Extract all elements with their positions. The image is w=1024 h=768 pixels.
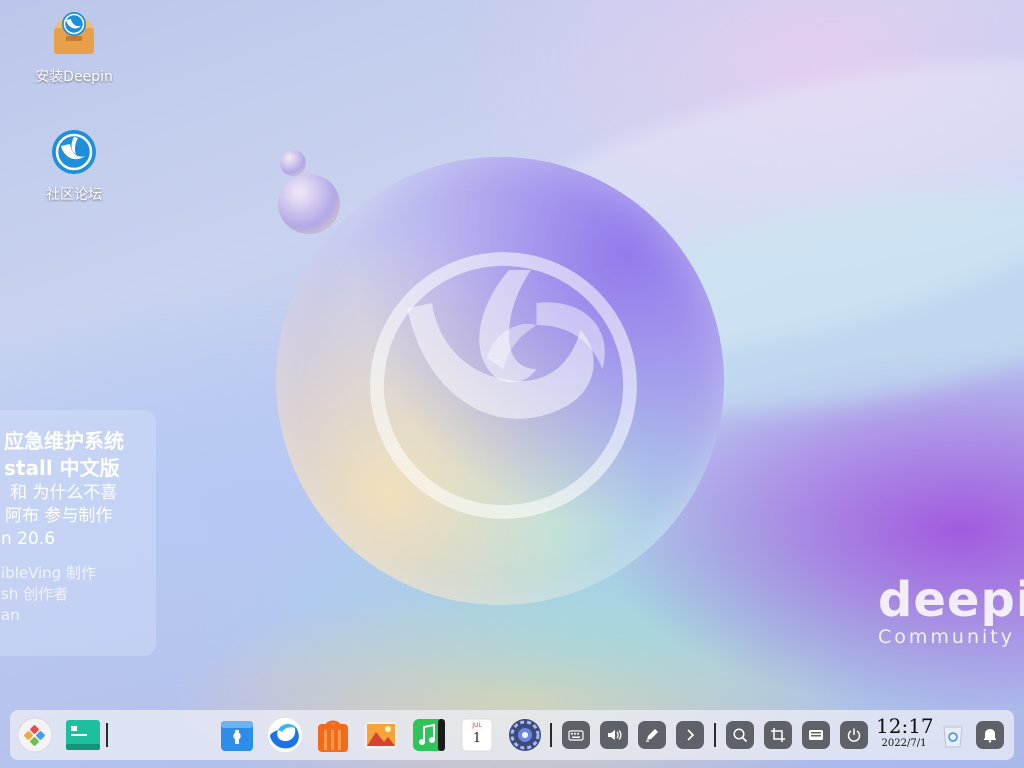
package-icon — [54, 12, 94, 54]
info-line: n 20.6 — [1, 529, 56, 549]
pen-tool-button[interactable] — [638, 721, 666, 749]
input-method-button[interactable] — [802, 721, 830, 749]
calendar-month: JUL — [471, 722, 482, 729]
control-center-icon — [509, 719, 541, 751]
browser-button[interactable] — [266, 716, 304, 754]
keyboard-icon — [568, 730, 584, 741]
info-line: stall 中文版 — [4, 456, 120, 480]
bell-icon — [984, 729, 996, 743]
info-line: 应急维护系统 — [4, 429, 124, 453]
deepin-brand: deepin Community — [878, 572, 1024, 648]
power-button[interactable] — [840, 721, 868, 749]
desktop-icon-install-deepin[interactable]: 安装Deepin — [24, 10, 124, 86]
launcher-icon — [17, 717, 53, 753]
screenshot-icon — [771, 728, 785, 742]
volume-button[interactable] — [600, 721, 628, 749]
brand-name: deepin — [878, 572, 1024, 628]
control-center-button[interactable] — [506, 716, 544, 754]
deepin-logo-watermark — [370, 252, 637, 519]
terminal-button[interactable] — [64, 716, 102, 754]
wallpaper-bubble — [278, 174, 340, 234]
launcher-button[interactable] — [16, 716, 54, 754]
clock-date: 2022/7/1 — [881, 738, 927, 749]
image-viewer-icon — [365, 722, 397, 749]
wallpaper-bubble — [280, 150, 306, 176]
app-store-button[interactable] — [314, 716, 352, 754]
info-line: 和 为什么不喜 — [10, 483, 118, 503]
info-line: ibleVing 制作 — [1, 564, 96, 582]
power-icon — [847, 728, 861, 742]
dock-separator — [106, 723, 108, 747]
desktop-icon-label: 社区论坛 — [46, 187, 102, 203]
notification-button[interactable] — [976, 721, 1004, 749]
pen-icon — [646, 729, 658, 742]
trash-icon — [943, 725, 963, 748]
input-method-icon — [809, 730, 823, 740]
music-button[interactable] — [410, 716, 448, 754]
trash-button[interactable] — [938, 720, 968, 750]
desktop-icon-label: 安装Deepin — [35, 69, 113, 85]
screenshot-button[interactable] — [764, 721, 792, 749]
expand-tray-button[interactable] — [676, 721, 704, 749]
deepin-forum-icon — [52, 130, 96, 174]
image-viewer-button[interactable] — [362, 716, 400, 754]
search-button[interactable] — [726, 721, 754, 749]
info-line: sh 创作者 — [1, 585, 69, 603]
file-manager-icon — [221, 721, 253, 751]
calendar-day: 1 — [473, 731, 481, 746]
dock-separator — [714, 723, 716, 747]
brand-subtitle: Community — [878, 626, 1015, 648]
clock[interactable]: 12:17 2022/7/1 — [876, 714, 934, 751]
desktop-icon-community-forum[interactable]: 社区论坛 — [24, 128, 124, 204]
volume-icon — [608, 730, 622, 740]
info-line: 阿布 参与制作 — [5, 506, 113, 526]
music-icon — [413, 719, 445, 751]
dock-separator — [550, 723, 552, 747]
terminal-icon — [66, 720, 100, 750]
calendar-button[interactable]: JUL 1 — [458, 716, 496, 754]
app-store-icon — [318, 720, 348, 752]
browser-icon — [268, 718, 302, 752]
file-manager-button[interactable] — [218, 716, 256, 754]
dock: JUL 1 12:17 2022/7/1 — [10, 710, 1014, 760]
info-widget: 应急维护系统 stall 中文版 和 为什么不喜 阿布 参与制作 n 20.6 … — [0, 410, 156, 656]
chevron-right-icon — [687, 729, 695, 741]
onscreen-keyboard-button[interactable] — [562, 721, 590, 749]
clock-time: 12:17 — [876, 714, 934, 738]
info-line: an — [1, 606, 20, 624]
search-icon — [733, 728, 748, 743]
calendar-icon: JUL 1 — [461, 718, 493, 752]
